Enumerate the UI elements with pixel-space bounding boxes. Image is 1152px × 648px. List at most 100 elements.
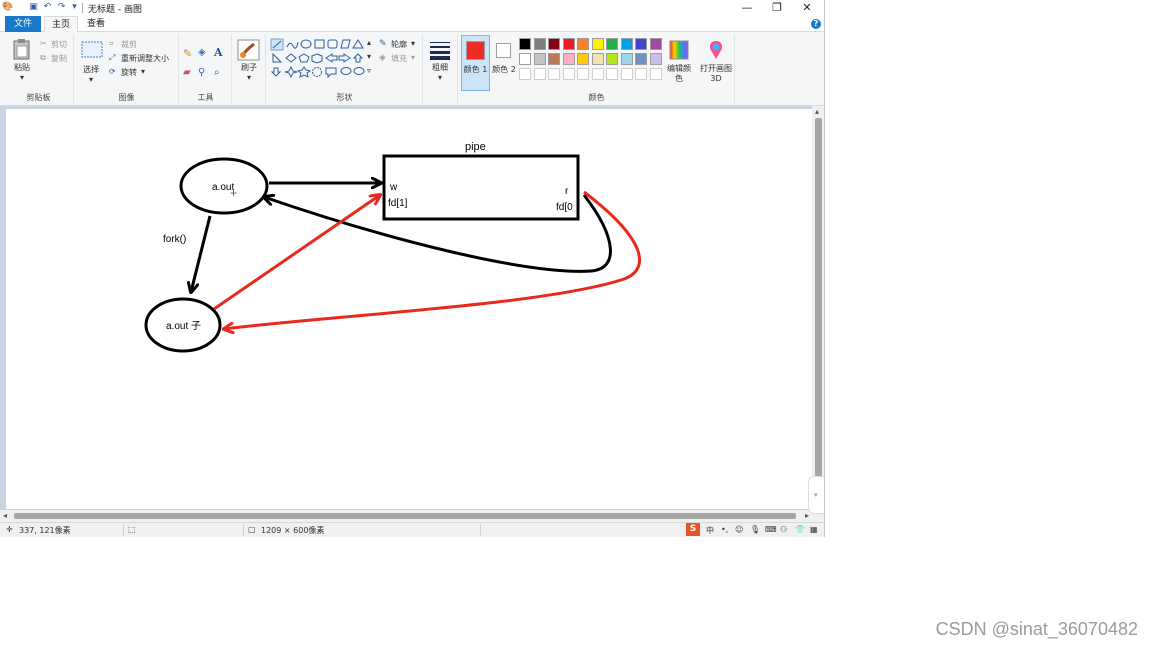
scroll-up-icon[interactable]: ▴ bbox=[815, 107, 819, 116]
paste-icon[interactable] bbox=[12, 38, 32, 60]
scroll-left-icon[interactable]: ◂ bbox=[3, 511, 7, 520]
ime-voice-icon[interactable]: 🎙 bbox=[750, 525, 760, 534]
copy-button[interactable]: 复制 bbox=[51, 53, 67, 64]
palette-swatch[interactable] bbox=[577, 68, 589, 80]
palette-swatch[interactable] bbox=[649, 53, 662, 65]
select-dropdown-icon[interactable]: ▾ bbox=[85, 75, 97, 85]
shapes-gallery[interactable] bbox=[270, 38, 368, 82]
tab-file[interactable]: 文件 bbox=[5, 16, 41, 32]
size-button-label[interactable]: 粗细 bbox=[430, 63, 450, 73]
palette-swatch[interactable] bbox=[519, 53, 531, 65]
palette-swatch[interactable] bbox=[591, 38, 604, 50]
brush-icon[interactable] bbox=[237, 39, 261, 61]
edit-colors-icon[interactable] bbox=[669, 40, 689, 60]
palette-swatch[interactable] bbox=[562, 53, 575, 65]
fill-bucket-icon[interactable]: ◈ bbox=[198, 47, 206, 58]
palette-swatch[interactable] bbox=[606, 68, 618, 80]
color2-swatch[interactable] bbox=[496, 43, 511, 58]
palette-swatch[interactable] bbox=[649, 68, 662, 80]
ime-chinese-icon[interactable]: 中 bbox=[706, 525, 714, 536]
fill-button[interactable]: 填充 bbox=[391, 53, 407, 64]
palette-swatch[interactable] bbox=[635, 68, 647, 80]
drawing-canvas[interactable]: pipe w fd[1] r fd[0 a.out + a.out 子 fork… bbox=[6, 109, 812, 509]
color-picker-icon[interactable]: ⚲ bbox=[198, 67, 205, 78]
text-tool-icon[interactable]: A bbox=[214, 46, 223, 59]
palette-swatch[interactable] bbox=[519, 38, 531, 50]
color1-swatch[interactable] bbox=[466, 41, 485, 60]
palette-swatch[interactable] bbox=[577, 38, 589, 50]
palette-swatch[interactable] bbox=[548, 68, 560, 80]
color1-label[interactable]: 颜色 1 bbox=[461, 65, 490, 75]
palette-swatch[interactable] bbox=[591, 68, 604, 80]
palette-swatch[interactable] bbox=[519, 68, 531, 80]
vertical-scrollbar[interactable]: ▴ bbox=[812, 106, 824, 522]
palette-swatch[interactable] bbox=[635, 53, 647, 65]
color2-label[interactable]: 颜色 2 bbox=[492, 65, 516, 75]
ime-logo-icon[interactable]: S bbox=[686, 523, 700, 536]
ime-tools-icon[interactable]: ⚇ bbox=[780, 525, 787, 534]
resize-button[interactable]: 重新调整大小 bbox=[121, 53, 169, 64]
palette-swatch[interactable] bbox=[577, 53, 589, 65]
palette-swatch[interactable] bbox=[620, 38, 633, 50]
rotate-dropdown-icon[interactable]: ▾ bbox=[141, 67, 145, 76]
shapes-expand-icon[interactable]: ▿ bbox=[367, 66, 371, 75]
select-icon[interactable] bbox=[80, 40, 104, 60]
palette-swatch[interactable] bbox=[533, 53, 546, 65]
undo-icon[interactable]: ↶ bbox=[42, 2, 53, 13]
ime-skin-icon[interactable]: 👕 bbox=[795, 525, 805, 534]
shapes-scroll-down-icon[interactable]: ▾ bbox=[367, 52, 371, 61]
tab-view[interactable]: 查看 bbox=[80, 16, 112, 32]
customize-quick-access-icon[interactable]: ▾ bbox=[69, 2, 80, 13]
fill-dropdown-icon[interactable]: ▾ bbox=[411, 53, 415, 62]
palette-swatch[interactable] bbox=[548, 53, 560, 65]
eraser-icon[interactable]: ▰ bbox=[183, 67, 191, 78]
pencil-icon[interactable]: ✎ bbox=[183, 47, 192, 60]
palette-swatch[interactable] bbox=[620, 68, 633, 80]
close-button[interactable]: ✕ bbox=[792, 0, 822, 15]
paste-button-label[interactable]: 粘贴 bbox=[10, 63, 34, 73]
magnifier-icon[interactable]: ⌕ bbox=[214, 67, 220, 78]
palette-swatch[interactable] bbox=[562, 38, 575, 50]
ime-emoji-icon[interactable]: ☺ bbox=[735, 525, 743, 534]
ime-menu-icon[interactable]: ▦ bbox=[810, 525, 818, 534]
paint3d-icon[interactable] bbox=[706, 39, 726, 61]
palette-swatch[interactable] bbox=[533, 68, 546, 80]
palette-swatch[interactable] bbox=[562, 68, 575, 80]
side-floating-handle[interactable]: ▾ bbox=[808, 476, 824, 514]
paste-dropdown-icon[interactable]: ▾ bbox=[16, 73, 28, 83]
redo-icon[interactable]: ↷ bbox=[56, 2, 67, 13]
select-button-label[interactable]: 选择 bbox=[80, 65, 102, 75]
horizontal-scroll-thumb[interactable] bbox=[14, 513, 796, 519]
scroll-right-icon[interactable]: ▸ bbox=[805, 511, 809, 520]
stroke-size-icon[interactable] bbox=[429, 40, 451, 60]
outline-dropdown-icon[interactable]: ▾ bbox=[411, 39, 415, 48]
ime-keyboard-icon[interactable]: ⌨ bbox=[765, 525, 777, 534]
palette-swatch[interactable] bbox=[533, 38, 546, 50]
shapes-scroll-up-icon[interactable]: ▴ bbox=[367, 38, 371, 47]
palette-swatch[interactable] bbox=[649, 38, 662, 50]
horizontal-scrollbar[interactable]: ◂ ▸ bbox=[0, 510, 812, 522]
vertical-scroll-thumb[interactable] bbox=[815, 118, 822, 478]
brushes-dropdown-icon[interactable]: ▾ bbox=[243, 73, 255, 83]
palette-swatch[interactable] bbox=[606, 38, 618, 50]
palette-swatch[interactable] bbox=[635, 38, 647, 50]
palette-swatch[interactable] bbox=[591, 53, 604, 65]
size-dropdown-icon[interactable]: ▾ bbox=[434, 73, 446, 83]
brushes-button-label[interactable]: 刷子 bbox=[239, 63, 259, 73]
edit-colors-label[interactable]: 编辑颜色 bbox=[666, 64, 692, 84]
help-icon[interactable]: ? bbox=[811, 19, 821, 29]
palette-swatch[interactable] bbox=[620, 53, 633, 65]
save-icon[interactable]: ▣ bbox=[28, 2, 39, 13]
paint3d-label[interactable]: 打开画图 3D bbox=[700, 64, 732, 84]
tab-home[interactable]: 主页 bbox=[44, 16, 78, 33]
crop-button[interactable]: 裁剪 bbox=[121, 39, 137, 50]
palette-swatch[interactable] bbox=[606, 53, 618, 65]
minimize-button[interactable]: — bbox=[732, 0, 762, 15]
write-fd-label: fd[1] bbox=[388, 198, 408, 209]
palette-swatch[interactable] bbox=[548, 38, 560, 50]
ime-punctuation-icon[interactable]: •, bbox=[721, 525, 728, 534]
rotate-button[interactable]: 旋转 bbox=[121, 67, 137, 78]
restore-button[interactable]: ❐ bbox=[762, 0, 792, 15]
outline-button[interactable]: 轮廓 bbox=[391, 39, 407, 50]
cut-button[interactable]: 剪切 bbox=[51, 39, 67, 50]
